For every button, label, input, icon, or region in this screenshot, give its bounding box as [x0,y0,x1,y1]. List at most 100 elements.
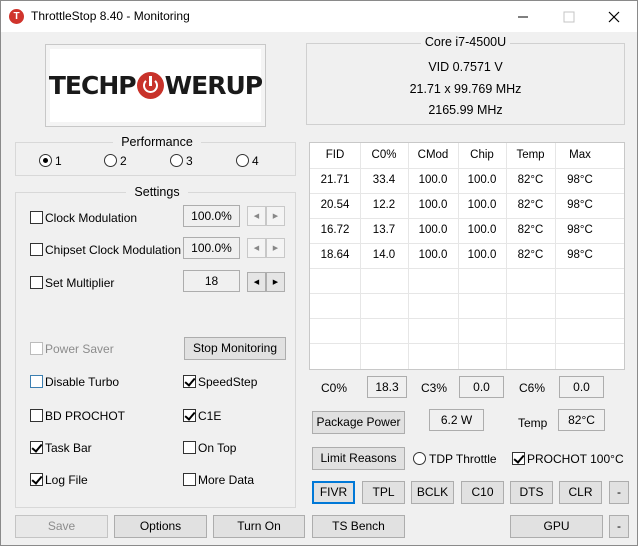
table-cell: 98°C [567,224,593,236]
stop-monitoring-button[interactable]: Stop Monitoring [184,337,286,360]
table-cell: 16.72 [320,224,350,236]
settings-title: Settings [126,185,188,199]
table-row: 20.54 12.2 100.0 100.0 82°C 98°C [310,193,624,218]
power-saver-checkbox [30,342,43,355]
chipset-clock-modulation-spinner[interactable]: ◀ ▶ [247,238,285,258]
chipset-clock-modulation-label: Chipset Clock Modulation [45,243,182,257]
table-header: CMod [417,149,449,161]
gpu-button[interactable]: GPU [510,515,603,538]
more-data-checkbox[interactable] [183,473,196,486]
power-icon [136,72,164,99]
speedstep-label: SpeedStep [198,375,258,389]
clock-modulation-value[interactable]: 100.0% [183,205,240,227]
table-header-row: FID C0% CMod Chip Temp Max [310,143,624,168]
c0-label: C0% [321,381,348,395]
table-header: C0% [371,149,397,161]
title-bar[interactable]: T ThrottleStop 8.40 - Monitoring [1,1,637,32]
set-multiplier-value[interactable]: 18 [183,270,240,292]
c1e-label: C1E [198,409,222,423]
clock-modulation-spinner[interactable]: ◀ ▶ [247,206,285,226]
table-header: Chip [470,149,494,161]
on-top-checkbox[interactable] [183,441,196,454]
clock-modulation-checkbox[interactable] [30,211,43,224]
table-cell: 100.0 [467,199,497,211]
bclk-button[interactable]: BCLK [411,481,454,504]
performance-label-2: 2 [120,154,127,168]
table-cell: 100.0 [418,199,448,211]
c3-value: 0.0 [459,376,504,398]
table-row: 18.64 14.0 100.0 100.0 82°C 98°C [310,243,624,268]
more-data-label: More Data [198,473,255,487]
power-saver-label: Power Saver [45,342,114,356]
logo-text-left: TECHP [48,71,137,100]
c1e-checkbox[interactable] [183,409,196,422]
techpowerup-logo[interactable]: TECHP WERUP [45,44,266,127]
ts-bench-button[interactable]: TS Bench [312,515,405,538]
package-power-value: 6.2 W [429,409,484,431]
performance-label-3: 3 [186,154,193,168]
table-cell: 98°C [567,174,593,186]
cpu-multiplier: 21.71 x 99.769 MHz [409,82,522,96]
table-cell: 100.0 [467,249,497,261]
c10-button[interactable]: C10 [461,481,504,504]
throttlestop-window: T ThrottleStop 8.40 - Monitoring TECHP W… [0,0,638,546]
set-multiplier-checkbox[interactable] [30,276,43,289]
chipset-clock-modulation-value[interactable]: 100.0% [183,237,240,259]
c3-label: C3% [421,381,448,395]
save-button: Save [15,515,108,538]
cpu-frequency: 2165.99 MHz [428,103,503,117]
table-header: Temp [516,149,545,161]
options-button[interactable]: Options [114,515,207,538]
performance-radio-3[interactable] [170,154,183,167]
logo-text-right: WERUP [164,71,264,100]
minus-button-bottom[interactable]: - [609,515,629,538]
table-cell: 82°C [517,249,544,261]
cpu-model: Core i7-4500U [420,35,511,49]
minimize-icon [518,16,528,17]
core-table: FID C0% CMod Chip Temp Max 21.71 33.4 10… [309,142,625,370]
disable-turbo-checkbox[interactable] [30,375,43,388]
table-row: 21.71 33.4 100.0 100.0 82°C 98°C [310,168,624,193]
table-cell: 100.0 [467,224,497,236]
tpl-button[interactable]: TPL [362,481,405,504]
c6-label: C6% [519,381,546,395]
dts-button[interactable]: DTS [510,481,553,504]
log-file-label: Log File [45,473,88,487]
performance-radio-1[interactable] [39,154,52,167]
spin-left-icon[interactable]: ◀ [247,238,266,258]
task-bar-checkbox[interactable] [30,441,43,454]
task-bar-label: Task Bar [45,441,92,455]
table-cell: 82°C [517,224,544,236]
speedstep-checkbox[interactable] [183,375,196,388]
spin-right-icon[interactable]: ▶ [266,206,285,226]
turn-on-button[interactable]: Turn On [213,515,305,538]
close-button[interactable] [591,1,637,32]
package-temp-value: 82°C [558,409,605,431]
spin-right-icon[interactable]: ▶ [266,238,285,258]
minus-button[interactable]: - [609,481,629,504]
spin-right-icon[interactable]: ▶ [266,272,285,292]
limit-reasons-button[interactable]: Limit Reasons [312,447,405,470]
minimize-button[interactable] [500,1,546,32]
table-header: Max [569,149,591,161]
table-header: FID [325,149,345,161]
table-cell: 82°C [517,174,544,186]
package-power-button[interactable]: Package Power [312,411,405,434]
set-multiplier-spinner[interactable]: ◀ ▶ [247,272,285,292]
performance-radio-4[interactable] [236,154,249,167]
log-file-checkbox[interactable] [30,473,43,486]
chipset-clock-modulation-checkbox[interactable] [30,243,43,256]
clr-button[interactable]: CLR [559,481,602,504]
spin-left-icon[interactable]: ◀ [247,272,266,292]
bd-prochot-checkbox[interactable] [30,409,43,422]
tdp-throttle-radio[interactable] [413,452,426,465]
fivr-button[interactable]: FIVR [312,481,355,504]
table-cell: 82°C [517,199,544,211]
performance-radio-2[interactable] [104,154,117,167]
performance-label-4: 4 [252,154,259,168]
spin-left-icon[interactable]: ◀ [247,206,266,226]
prochot-checkbox[interactable] [512,452,525,465]
performance-title: Performance [113,135,201,149]
table-cell: 100.0 [418,224,448,236]
table-cell: 100.0 [418,249,448,261]
